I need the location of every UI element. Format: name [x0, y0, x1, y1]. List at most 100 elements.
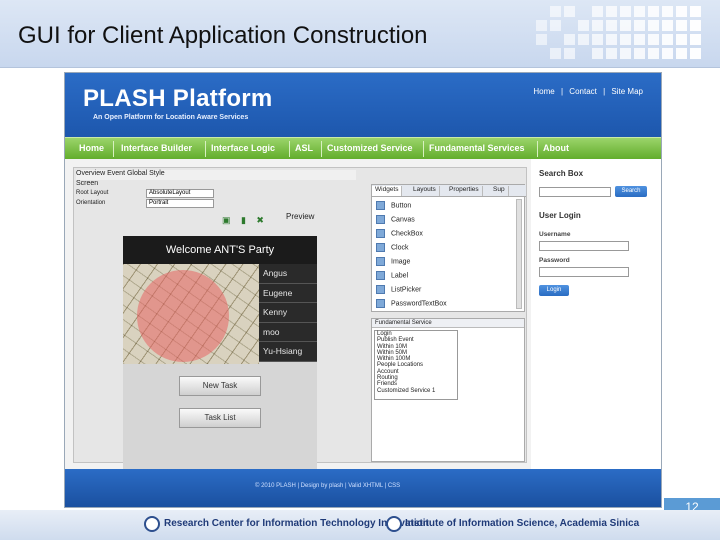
tab-support[interactable]: Sup — [490, 186, 509, 196]
platform-screenshot: PLASH Platform An Open Platform for Loca… — [64, 72, 662, 508]
nav-interface-builder[interactable]: Interface Builder — [121, 143, 192, 153]
nav-home[interactable]: Home — [79, 143, 104, 153]
builder-tab-bar[interactable]: Overview Event Global Style — [76, 170, 356, 180]
main-content: Overview Event Global Style Screen Root … — [65, 159, 661, 474]
nav-customized-service[interactable]: Customized Service — [327, 143, 413, 153]
decorative-squares — [536, 6, 706, 62]
tab-layouts[interactable]: Layouts — [410, 186, 440, 196]
screen-icon[interactable]: ▣ — [222, 215, 231, 226]
right-sidebar: Search Box Search User Login Username Pa… — [531, 159, 661, 469]
delete-icon[interactable]: ✖ — [256, 215, 264, 226]
decorative-square — [550, 48, 561, 59]
decorative-square — [564, 48, 575, 59]
decorative-square — [648, 48, 659, 59]
decorative-square — [620, 20, 631, 31]
member-list: Angus Eugene Kenny moo Yu-Hsiang — [259, 264, 317, 362]
decorative-square — [536, 20, 547, 31]
search-button[interactable]: Search — [615, 186, 647, 197]
decorative-square — [648, 20, 659, 31]
palette-item[interactable]: ListPicker — [376, 285, 421, 297]
decorative-square — [634, 34, 645, 45]
site-logo[interactable]: PLASH Platform — [83, 85, 273, 113]
top-link-separator: | — [603, 87, 606, 96]
palette-item[interactable]: Image — [376, 257, 410, 269]
list-item[interactable]: Kenny — [259, 303, 317, 323]
new-task-button[interactable]: New Task — [179, 376, 261, 396]
top-link-home[interactable]: Home — [533, 87, 554, 96]
decorative-square — [634, 48, 645, 59]
main-nav: Home Interface Builder Interface Logic A… — [65, 137, 661, 159]
decorative-square — [550, 6, 561, 17]
preview-label[interactable]: Preview — [286, 212, 314, 221]
nav-about[interactable]: About — [543, 143, 569, 153]
palette-item[interactable]: Canvas — [376, 215, 415, 227]
chart-icon[interactable]: ▮ — [241, 215, 246, 226]
nav-separator — [423, 141, 424, 157]
nav-separator — [205, 141, 206, 157]
iis-name: Institute of Information Science, Academ… — [405, 518, 640, 529]
decorative-square — [662, 34, 673, 45]
decorative-square — [592, 48, 603, 59]
decorative-square — [634, 6, 645, 17]
top-link-contact[interactable]: Contact — [569, 87, 597, 96]
nav-separator — [321, 141, 322, 157]
prop-label-orientation: Orientation — [76, 200, 106, 206]
fundamental-service-list[interactable]: Login Publish Event Within 10M Within 50… — [374, 330, 458, 400]
top-link-sitemap[interactable]: Site Map — [611, 87, 643, 96]
tab-widgets[interactable]: Widgets — [372, 186, 403, 196]
phone-title: Welcome ANT'S Party — [123, 236, 317, 264]
decorative-square — [648, 6, 659, 17]
palette-item[interactable]: Button — [376, 201, 411, 213]
decorative-square — [676, 48, 687, 59]
canvas-icon — [376, 215, 385, 224]
clock-icon — [376, 243, 385, 252]
login-button[interactable]: Login — [539, 285, 569, 296]
decorative-square — [606, 34, 617, 45]
list-item[interactable]: Angus — [259, 264, 317, 284]
slide-header: GUI for Client Application Construction — [0, 0, 720, 68]
site-tagline: An Open Platform for Location Aware Serv… — [93, 114, 249, 121]
username-field[interactable] — [539, 241, 629, 251]
task-list-button[interactable]: Task List — [179, 408, 261, 428]
screen-label: Screen — [76, 180, 99, 187]
nav-interface-logic[interactable]: Interface Logic — [211, 143, 275, 153]
password-label: Password — [539, 257, 570, 264]
user-login-title: User Login — [539, 211, 581, 220]
fundamental-service-panel: Fundamental Service Login Publish Event … — [371, 318, 525, 462]
list-item[interactable]: Customized Service 1 — [375, 388, 457, 394]
palette-item[interactable]: Clock — [376, 243, 409, 255]
palette-item[interactable]: PasswordTextBox — [376, 299, 447, 311]
list-item[interactable]: Yu-Hsiang — [259, 342, 317, 362]
list-item[interactable]: moo — [259, 322, 317, 342]
widget-palette: Widgets Layouts Properties Sup Button Ca… — [371, 184, 526, 312]
top-link-separator: | — [560, 87, 564, 96]
tab-properties[interactable]: Properties — [446, 186, 483, 196]
decorative-square — [690, 34, 701, 45]
prop-label-root-layout: Root Layout — [76, 190, 109, 196]
range-circle — [137, 270, 229, 362]
nav-separator — [537, 141, 538, 157]
root-layout-select[interactable]: AbsoluteLayout — [146, 189, 214, 198]
decorative-square — [620, 48, 631, 59]
decorative-square — [676, 34, 687, 45]
decorative-square — [690, 6, 701, 17]
palette-item[interactable]: Label — [376, 271, 408, 283]
site-footer: © 2010 PLASH | Design by plash | Valid X… — [65, 469, 661, 507]
palette-scrollbar[interactable] — [516, 199, 522, 309]
map-view[interactable] — [123, 264, 259, 364]
orientation-select[interactable]: Portrait — [146, 199, 214, 208]
decorative-square — [550, 20, 561, 31]
slide-title: GUI for Client Application Construction — [18, 22, 428, 49]
bottom-strip: Research Center for Information Technolo… — [0, 510, 720, 540]
nav-asl[interactable]: ASL — [295, 143, 313, 153]
nav-fundamental-services[interactable]: Fundamental Services — [429, 143, 525, 153]
decorative-square — [606, 48, 617, 59]
password-field[interactable] — [539, 267, 629, 277]
decorative-square — [620, 6, 631, 17]
label-icon — [376, 271, 385, 280]
palette-item[interactable]: CheckBox — [376, 229, 423, 241]
decorative-square — [690, 20, 701, 31]
decorative-square — [592, 6, 603, 17]
list-item[interactable]: Eugene — [259, 283, 317, 303]
search-input[interactable] — [539, 187, 611, 197]
